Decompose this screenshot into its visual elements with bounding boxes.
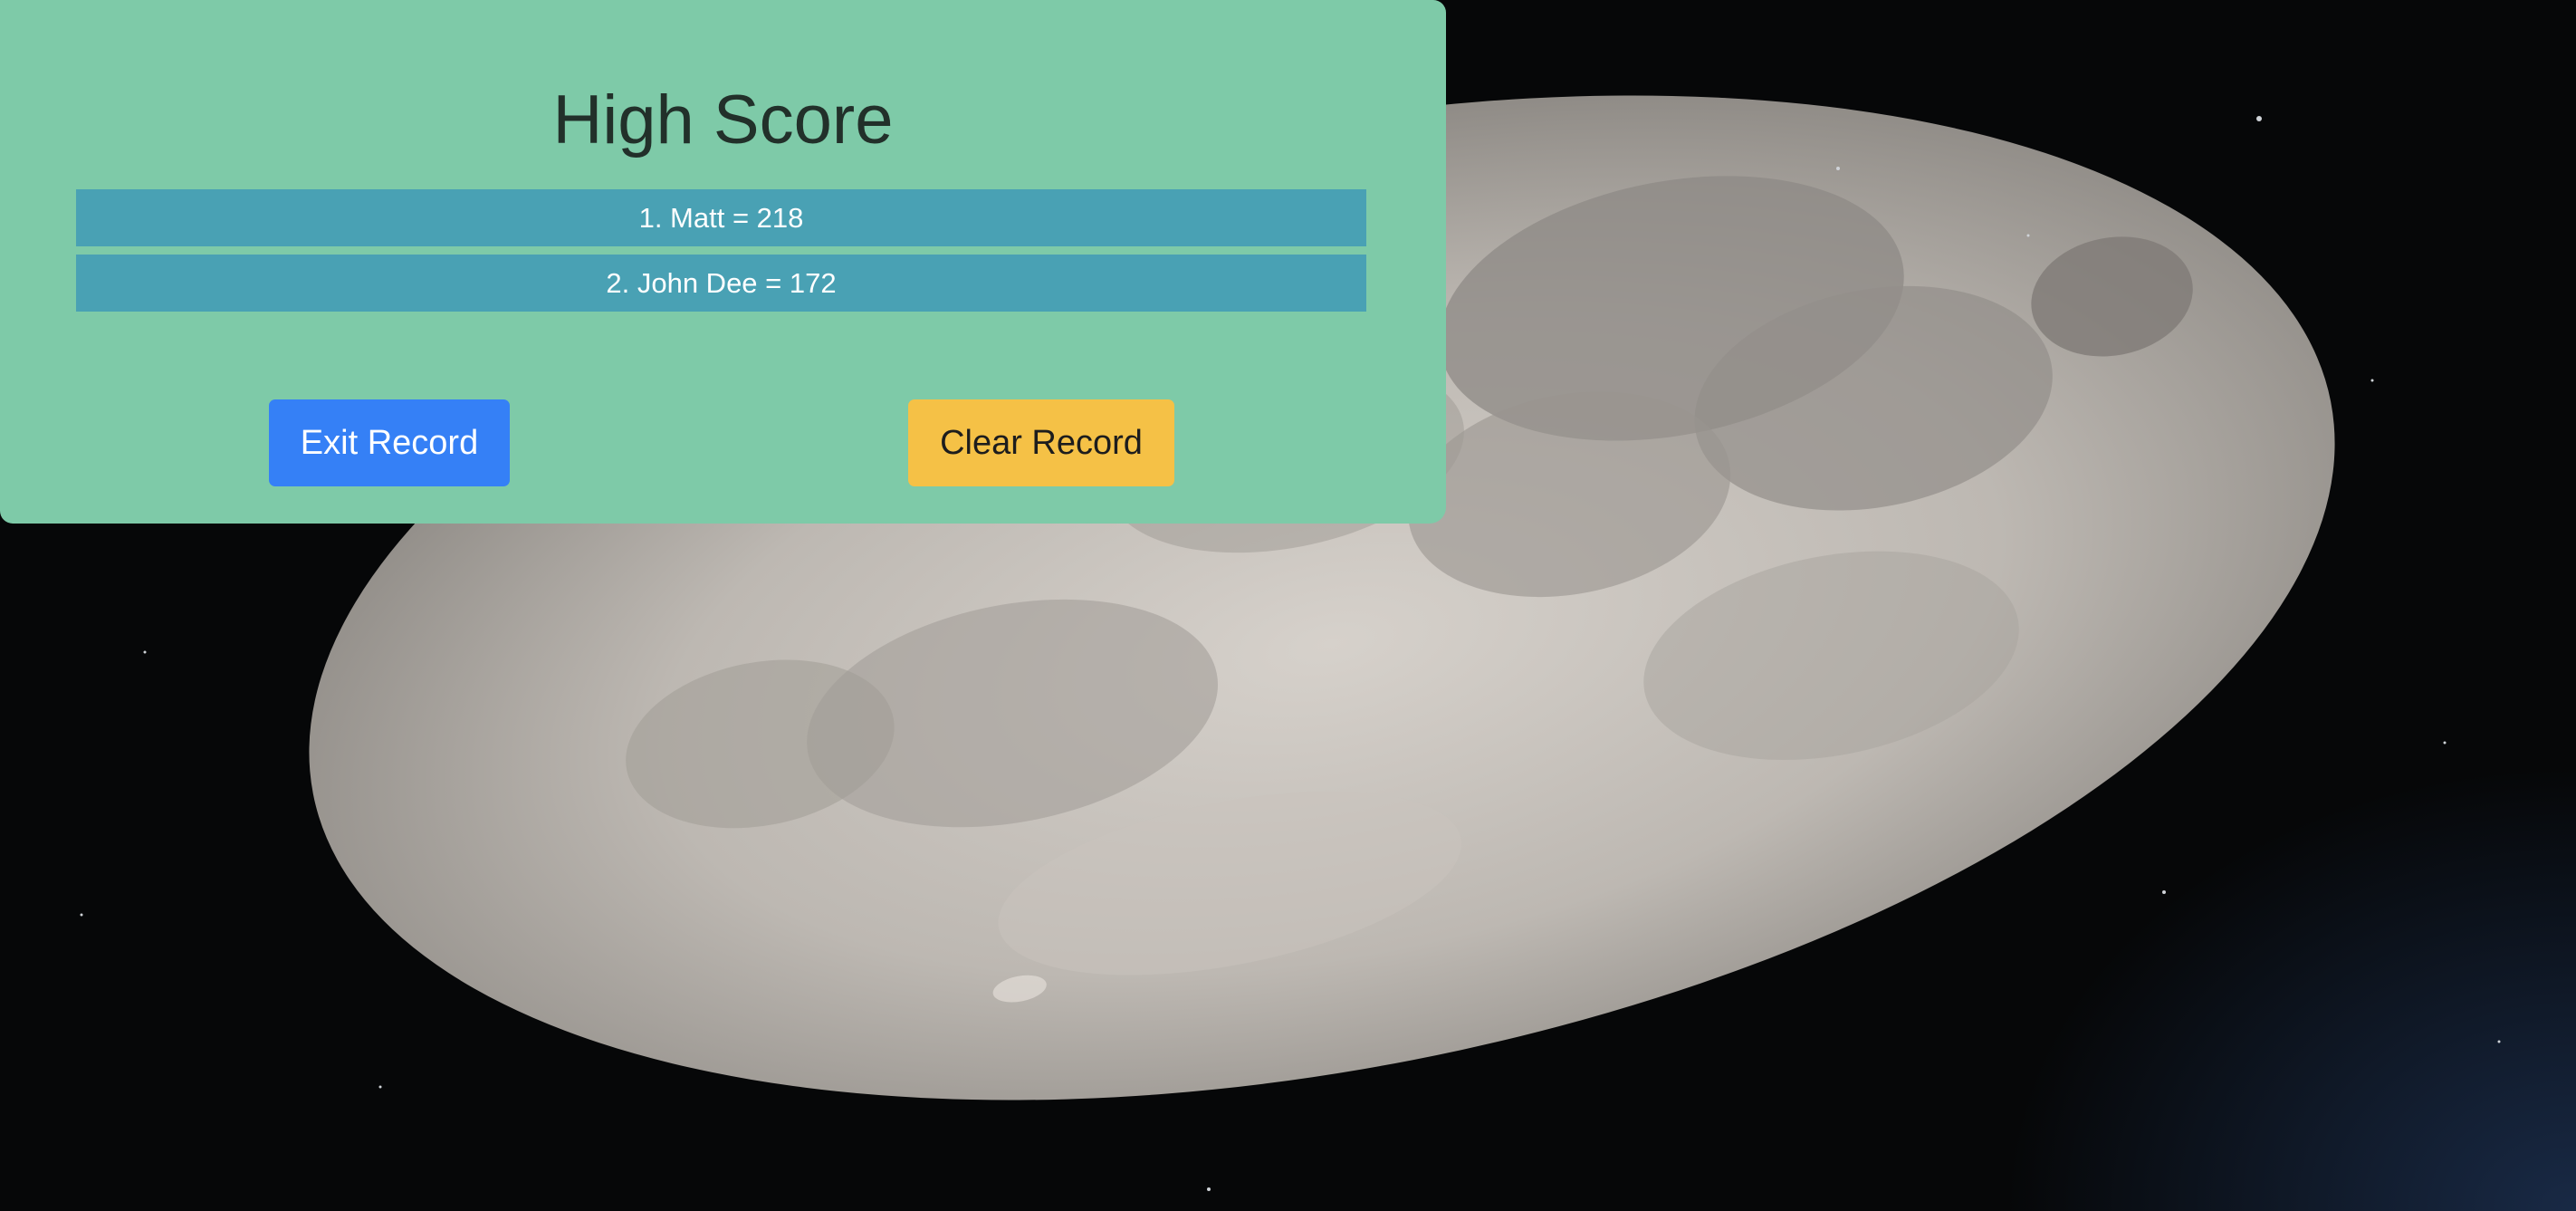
score-row: 2. John Dee = 172: [76, 255, 1366, 312]
exit-record-button[interactable]: Exit Record: [269, 399, 510, 486]
score-row: 1. Matt = 218: [76, 189, 1366, 246]
clear-record-button[interactable]: Clear Record: [908, 399, 1174, 486]
page-title: High Score: [552, 82, 894, 159]
game-screen: High Score 1. Matt = 218 2. John Dee = 1…: [0, 0, 2576, 1211]
high-score-panel: High Score 1. Matt = 218 2. John Dee = 1…: [0, 0, 1446, 524]
score-list: 1. Matt = 218 2. John Dee = 172: [76, 189, 1366, 320]
